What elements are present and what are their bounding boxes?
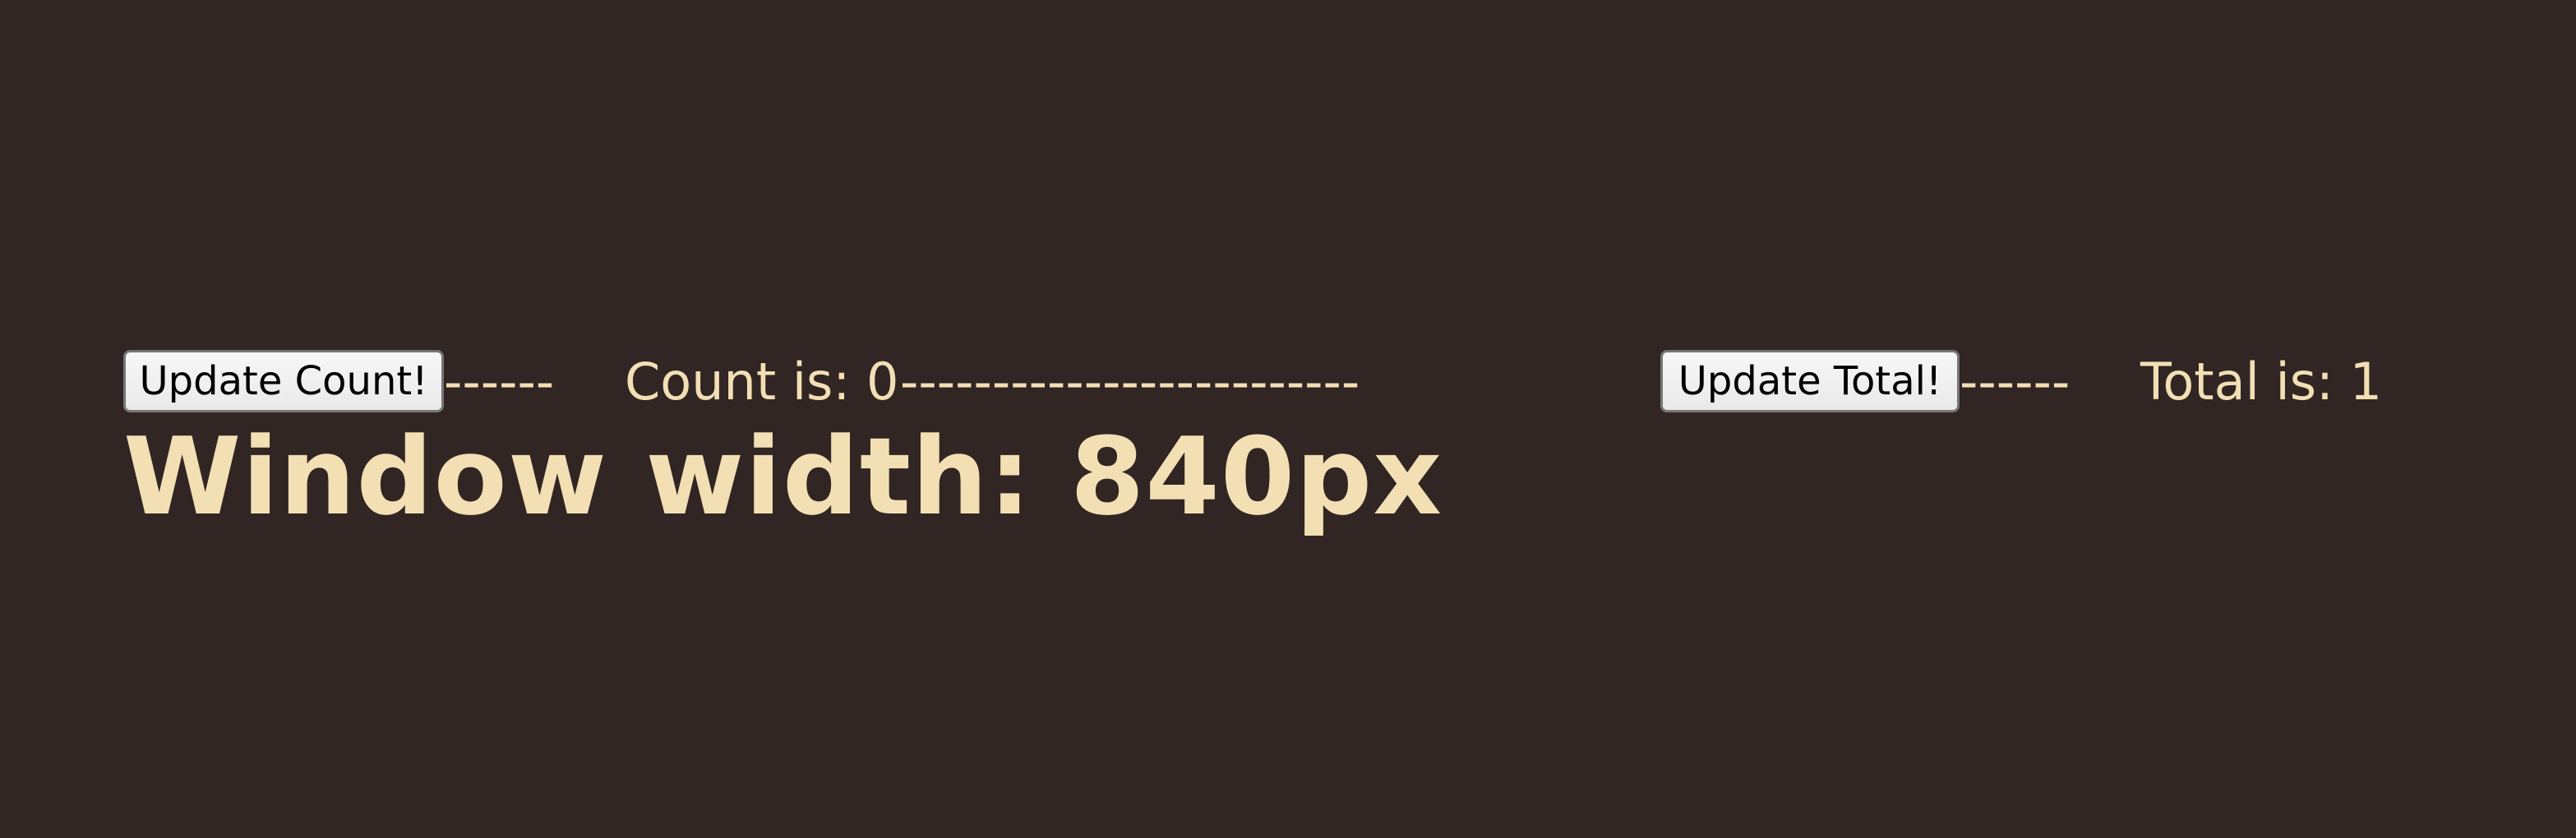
counter-row: Update Count! ------ Count is: 0 -------… (123, 348, 2540, 414)
separator: ------ (444, 351, 555, 412)
total-display: Total is: 1 (2140, 351, 2383, 412)
window-width-heading: Window width: 840px (123, 414, 1443, 539)
app-container: Update Count! ------ Count is: 0 -------… (123, 348, 2540, 533)
separator: ------------------------- (900, 351, 1360, 412)
count-display: Count is: 0 (625, 351, 899, 412)
update-count-button[interactable]: Update Count! (123, 350, 444, 412)
update-total-button[interactable]: Update Total! (1660, 350, 1960, 412)
separator: ------ (1960, 351, 2070, 412)
